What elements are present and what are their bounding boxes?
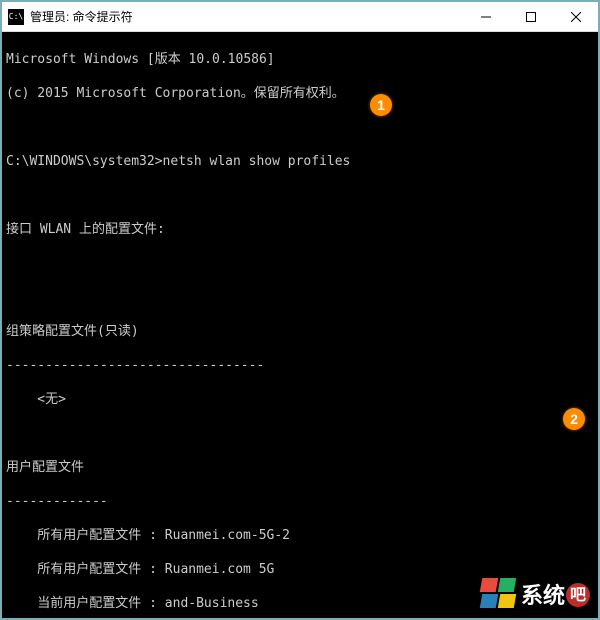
profile-row: 所有用户配置文件 : Ruanmei.com 5G — [6, 561, 594, 578]
blank-line — [6, 187, 594, 204]
up-header: 用户配置文件 — [6, 459, 594, 476]
banner-line: Microsoft Windows [版本 10.0.10586] — [6, 51, 594, 68]
terminal-body[interactable]: Microsoft Windows [版本 10.0.10586] (c) 20… — [2, 32, 598, 618]
window-titlebar: C:\ 管理员: 命令提示符 — [2, 2, 598, 32]
maximize-button[interactable] — [508, 2, 553, 31]
command-text: netsh wlan show profiles — [163, 154, 351, 169]
profile-row: 所有用户配置文件 : Ruanmei.com-5G-2 — [6, 527, 594, 544]
windows-logo-icon — [481, 578, 517, 612]
separator: --------------------------------- — [6, 357, 594, 374]
blank-line — [6, 255, 594, 272]
separator: ------------- — [6, 493, 594, 510]
banner-line: (c) 2015 Microsoft Corporation。保留所有权利。 — [6, 85, 594, 102]
gp-header: 组策略配置文件(只读) — [6, 323, 594, 340]
cmd-icon: C:\ — [8, 9, 24, 25]
blank-line — [6, 289, 594, 306]
watermark-badge: 吧 — [566, 583, 590, 607]
watermark: 系统吧 — [481, 578, 590, 612]
minimize-button[interactable] — [463, 2, 508, 31]
blank-line — [6, 425, 594, 442]
command-line-1: C:\WINDOWS\system32>netsh wlan show prof… — [6, 153, 594, 170]
annotation-callout-2: 2 — [563, 408, 585, 430]
close-button[interactable] — [553, 2, 598, 31]
watermark-text: 系统吧 — [521, 583, 590, 607]
gp-none: <无> — [6, 391, 594, 408]
section-header: 接口 WLAN 上的配置文件: — [6, 221, 594, 238]
window-controls — [463, 2, 598, 31]
window-title: 管理员: 命令提示符 — [30, 8, 463, 25]
prompt: C:\WINDOWS\system32> — [6, 154, 163, 169]
annotation-callout-1: 1 — [370, 94, 392, 116]
blank-line — [6, 119, 594, 136]
